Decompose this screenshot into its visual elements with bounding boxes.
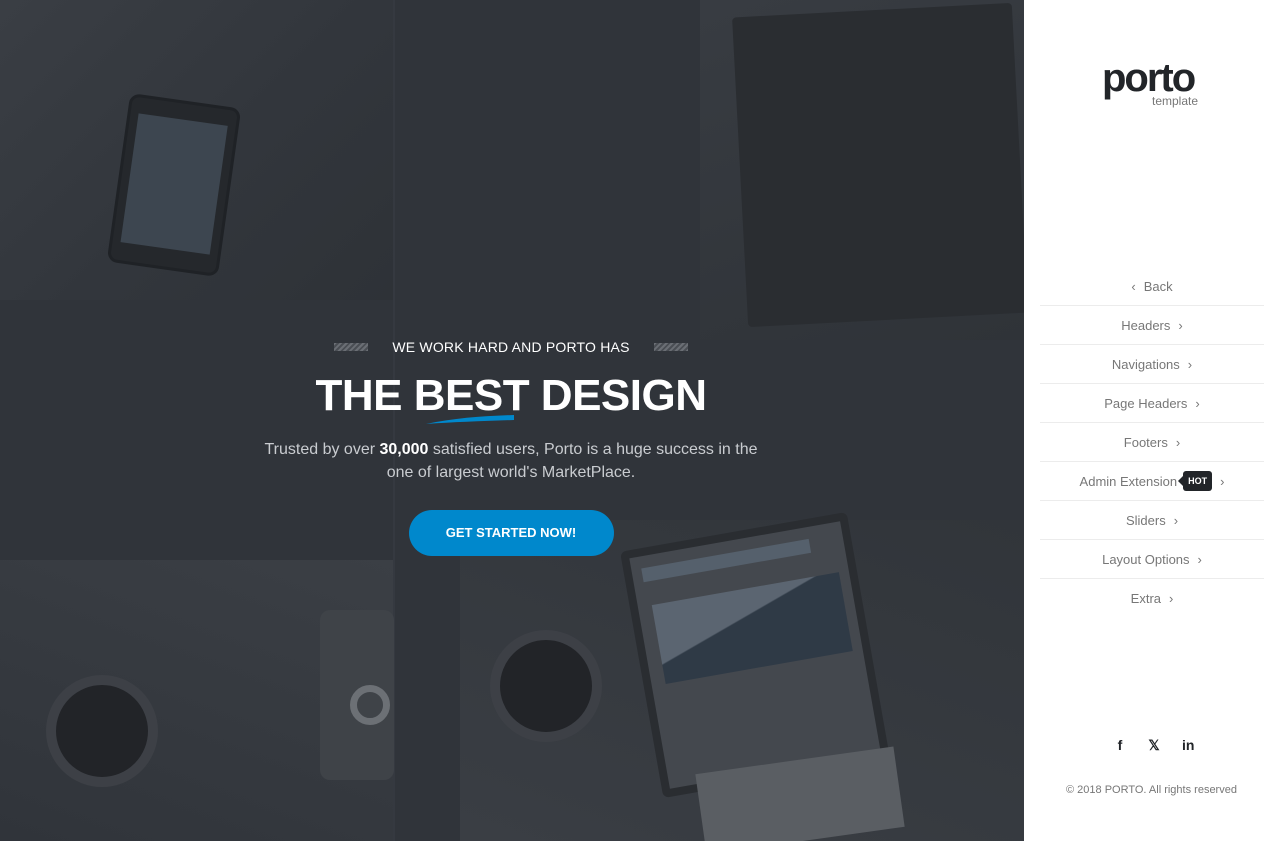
sidebar-item-footers[interactable]: Footers › [1040, 423, 1264, 462]
linkedin-icon[interactable]: in [1182, 737, 1194, 754]
headline-highlight-wrap: BEST [414, 368, 530, 424]
logo[interactable]: porto template [1102, 58, 1212, 114]
hero-lead: Trusted by over 30,000 satisfied users, … [260, 438, 762, 484]
lead-post: satisfied users, Porto is a huge success… [386, 441, 758, 481]
sidebar-item-back[interactable]: ‹ Back [1040, 267, 1264, 306]
copyright-text: © 2018 PORTO. All rights reserved [1066, 784, 1237, 796]
logo-text: porto [1102, 56, 1196, 100]
sidebar-item-label: Sliders [1125, 512, 1166, 528]
phone-image [106, 93, 242, 277]
sidebar-item-layout-options[interactable]: Layout Options › [1040, 540, 1264, 579]
chevron-right-icon: › [1178, 317, 1183, 333]
chevron-right-icon: › [1197, 551, 1202, 567]
sidebar-item-label: Back [1143, 278, 1173, 294]
chevron-left-icon: ‹ [1131, 278, 1136, 294]
sidebar-item-admin-extension[interactable]: Admin Extension HOT › [1040, 462, 1264, 501]
hero-eyebrow-text: WE WORK HARD AND PORTO HAS [392, 339, 630, 355]
chevron-right-icon: › [1195, 395, 1200, 411]
sidebar-item-label: Page Headers [1104, 395, 1188, 411]
sidebar-item-label: Footers [1123, 434, 1168, 450]
lead-pre: Trusted by over [264, 441, 380, 458]
decorative-stripe [334, 343, 369, 351]
get-started-button[interactable]: GET STARTED NOW! [408, 510, 614, 556]
chevron-right-icon: › [1173, 512, 1179, 528]
sidebar-item-headers[interactable]: Headers › [1040, 306, 1264, 345]
lead-strong: 30,000 [379, 441, 429, 458]
sidebar-item-label: Headers [1121, 317, 1171, 333]
hero-headline: THE BEST DESIGN [260, 368, 762, 424]
chevron-right-icon: › [1187, 356, 1193, 372]
sidebar-item-label: Extra [1130, 591, 1161, 606]
twitter-icon[interactable]: 𝕏 [1148, 737, 1160, 754]
hero-section: WE WORK HARD AND PORTO HAS THE BEST DESI… [0, 0, 1024, 841]
decorative-stripe [653, 343, 688, 351]
swoosh-underline-icon [425, 415, 514, 424]
sidebar: porto template ‹ Back Headers › Navigation… [1024, 0, 1279, 841]
chevron-right-icon: › [1175, 434, 1181, 450]
clipboard-image [732, 2, 1024, 328]
hero-content: WE WORK HARD AND PORTO HAS THE BEST DESI… [260, 330, 762, 556]
logo-subtext: template [1152, 94, 1199, 108]
sidebar-item-label: Navigations [1111, 356, 1180, 372]
chevron-right-icon: › [1169, 591, 1174, 606]
sidebar-item-navigations[interactable]: Navigations › [1040, 345, 1264, 384]
sidebar-item-extra[interactable]: Extra › [1040, 579, 1264, 618]
facebook-icon[interactable]: f [1114, 737, 1126, 754]
sidebar-item-label: Admin Extension [1079, 473, 1178, 489]
coffee-cup-image [490, 630, 602, 742]
hot-badge: HOT [1178, 471, 1213, 491]
sidebar-menu: ‹ Back Headers › Navigations › Page Headers… [1040, 267, 1264, 618]
coffee-cup-image [46, 675, 158, 787]
social-links: f 𝕏 in [1114, 737, 1195, 754]
chevron-right-icon: › [1220, 473, 1225, 489]
sidebar-item-label: Layout Options [1102, 551, 1190, 567]
phone-image [320, 610, 394, 780]
headline-pre: THE [315, 371, 414, 420]
sidebar-item-page-headers[interactable]: Page Headers › [1040, 384, 1264, 423]
headline-post: DESIGN [529, 371, 707, 420]
hero-eyebrow: WE WORK HARD AND PORTO HAS [260, 330, 762, 364]
sidebar-item-sliders[interactable]: Sliders › [1040, 501, 1264, 540]
